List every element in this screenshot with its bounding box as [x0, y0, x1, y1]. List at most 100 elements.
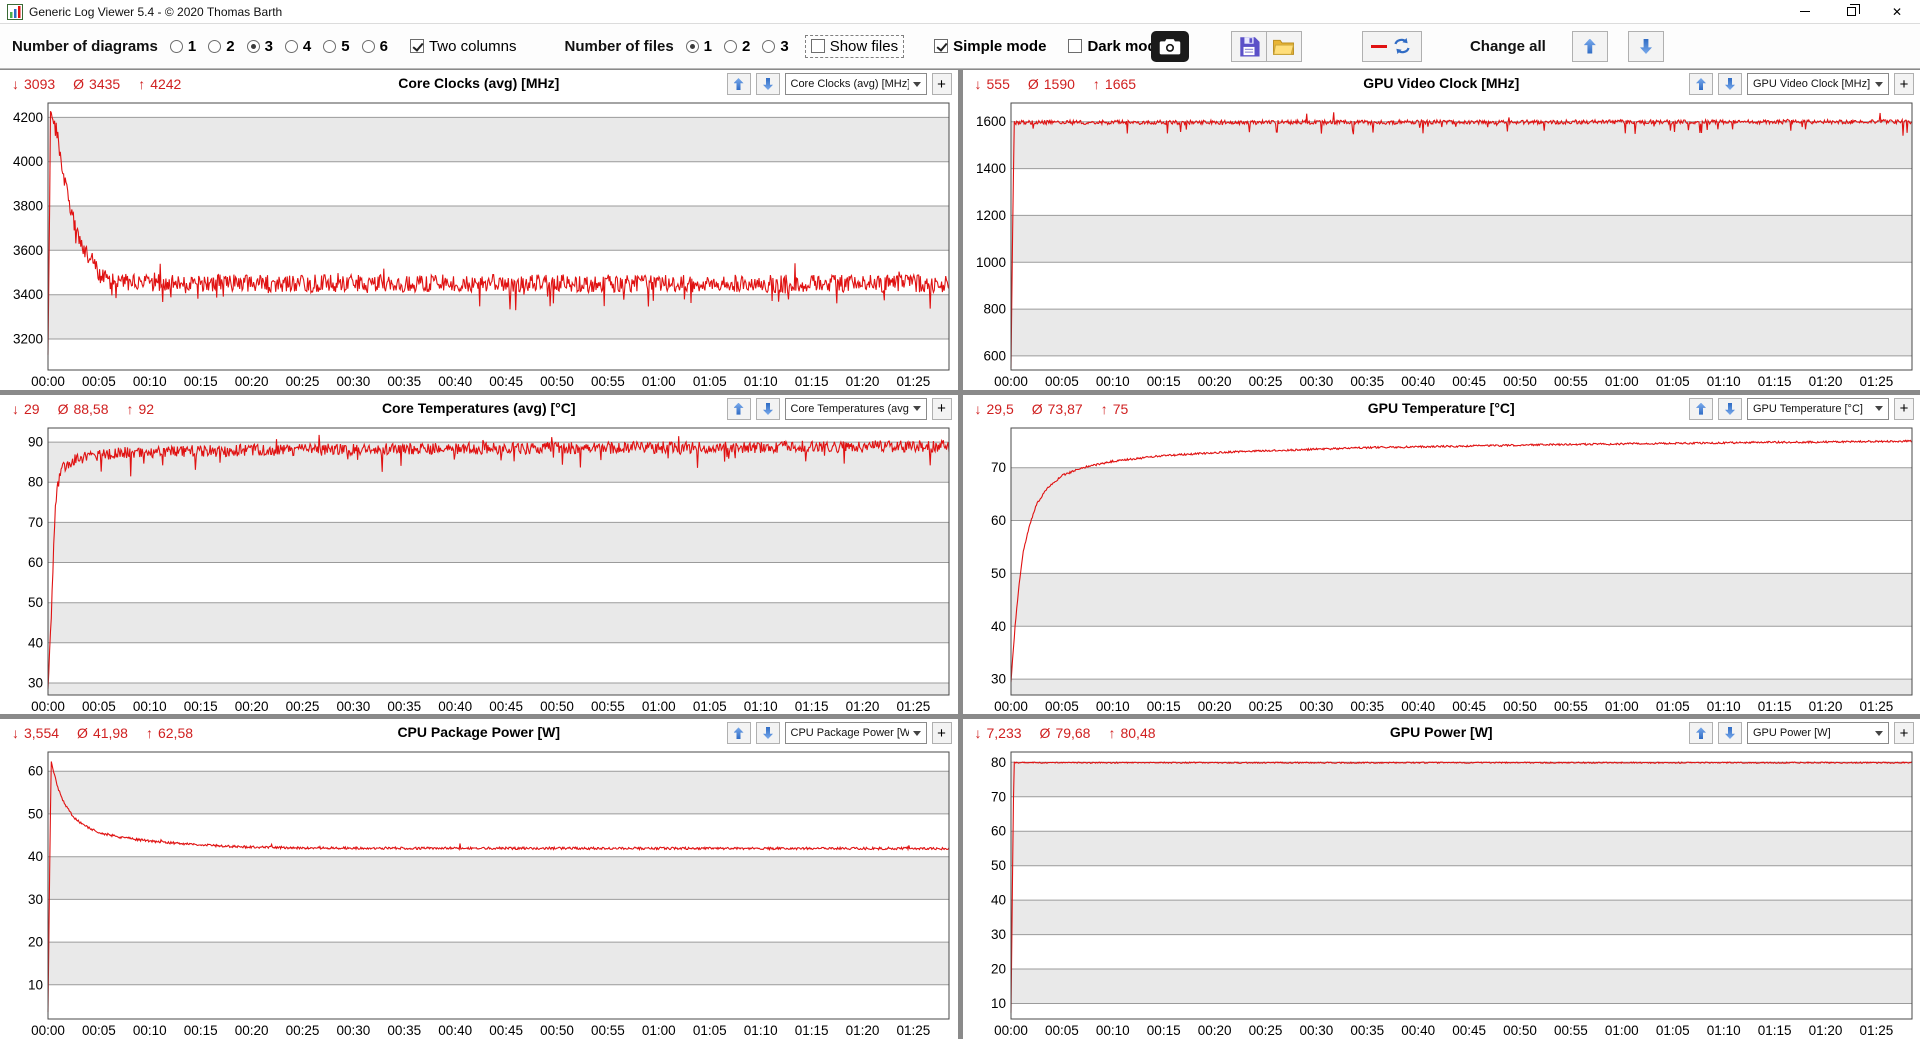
chart-header: ↓ 555 Ø 1590 ↑ 1665 GPU Video Clock [MHz] G… [963, 70, 1920, 98]
svg-text:00:20: 00:20 [235, 1023, 269, 1038]
chart-panel-gpu-video-clock: ↓ 555 Ø 1590 ↑ 1665 GPU Video Clock [MHz] G… [962, 70, 1920, 390]
svg-text:01:25: 01:25 [1859, 1023, 1893, 1038]
svg-text:70: 70 [990, 790, 1005, 805]
svg-text:4000: 4000 [13, 154, 43, 169]
floppy-icon [1240, 37, 1260, 57]
radio-icon [246, 39, 260, 53]
chart-up-button[interactable] [726, 397, 751, 420]
simple-mode-checkbox[interactable]: Simple mode [934, 38, 1046, 55]
chart-controls: Core Clocks (avg) [MHz] + [726, 73, 952, 95]
svg-text:00:30: 00:30 [337, 374, 371, 389]
svg-text:00:45: 00:45 [489, 699, 523, 714]
files-radio-3[interactable]: 3 [762, 38, 789, 55]
change-all-down-button[interactable] [1627, 30, 1664, 62]
svg-text:01:05: 01:05 [693, 1023, 727, 1038]
diagrams-radio-3[interactable]: 3 [246, 38, 273, 55]
svg-text:00:30: 00:30 [1299, 374, 1333, 389]
metric-dropdown[interactable]: Core Clocks (avg) [MHz] [784, 73, 927, 95]
diagrams-radio-2[interactable]: 2 [208, 38, 235, 55]
window-title: Generic Log Viewer 5.4 - © 2020 Thomas B… [29, 4, 283, 19]
add-metric-button[interactable]: + [931, 722, 952, 745]
chart-controls: GPU Video Clock [MHz] + [1689, 73, 1914, 95]
chart-down-button[interactable] [755, 397, 780, 420]
radio-icon [361, 39, 375, 53]
svg-text:00:55: 00:55 [591, 699, 625, 714]
diagrams-radio-4[interactable]: 4 [284, 38, 311, 55]
line-color-icon [1371, 44, 1388, 48]
chart-up-button[interactable] [1689, 73, 1713, 95]
chevron-down-icon [1875, 81, 1883, 87]
svg-text:00:40: 00:40 [438, 699, 472, 714]
chart-header: ↓ 29,5 Ø 73,87 ↑ 75 GPU Temperature [°C] GP… [963, 395, 1920, 423]
diagrams-radio-5[interactable]: 5 [323, 38, 350, 55]
show-files-checkbox[interactable]: Show files [804, 34, 905, 58]
chart-up-button[interactable] [1689, 397, 1713, 420]
add-metric-button[interactable]: + [931, 397, 952, 420]
save-button[interactable] [1230, 30, 1267, 62]
chart-up-button[interactable] [726, 722, 751, 745]
svg-text:00:55: 00:55 [591, 374, 625, 389]
window-controls: ✕ [1782, 0, 1920, 23]
add-metric-button[interactable]: + [931, 73, 952, 95]
chart-up-button[interactable] [726, 73, 751, 95]
metric-dropdown[interactable]: GPU Temperature [°C] [1747, 397, 1889, 420]
down-arrow-icon [1725, 727, 1735, 739]
svg-text:00:25: 00:25 [1248, 1023, 1282, 1038]
metric-dropdown[interactable]: GPU Power [W] [1747, 722, 1889, 745]
diagrams-radio-1[interactable]: 1 [169, 38, 196, 55]
svg-text:00:45: 00:45 [1452, 374, 1486, 389]
svg-text:00:55: 00:55 [591, 1023, 625, 1038]
svg-text:00:05: 00:05 [82, 699, 116, 714]
metric-dropdown[interactable]: GPU Video Clock [MHz] [1747, 73, 1889, 95]
metric-dropdown[interactable]: Core Temperatures (avg) [784, 397, 927, 420]
svg-text:00:50: 00:50 [1503, 1023, 1537, 1038]
down-arrow-icon [763, 727, 773, 739]
chart-panel-cpu-package-power: ↓ 3,554 Ø 41,98 ↑ 62,58 CPU Package Power [… [0, 719, 958, 1039]
svg-text:00:10: 00:10 [1095, 699, 1129, 714]
diagrams-radio-6[interactable]: 6 [361, 38, 388, 55]
chart-down-button[interactable] [1718, 397, 1742, 420]
svg-text:20: 20 [990, 962, 1005, 977]
maximize-button[interactable] [1828, 0, 1874, 23]
radio-icon [284, 39, 298, 53]
svg-text:00:25: 00:25 [1248, 374, 1282, 389]
close-button[interactable]: ✕ [1874, 0, 1920, 23]
svg-text:01:15: 01:15 [1757, 699, 1791, 714]
open-button[interactable] [1265, 30, 1302, 62]
files-radio-1[interactable]: 1 [685, 38, 712, 55]
chart-down-button[interactable] [755, 722, 780, 745]
svg-text:40: 40 [28, 635, 43, 650]
chart-header: ↓ 3,554 Ø 41,98 ↑ 62,58 CPU Package Power [… [0, 719, 958, 747]
svg-text:01:15: 01:15 [795, 374, 829, 389]
chart-controls: GPU Temperature [°C] + [1689, 397, 1914, 420]
screenshot-button[interactable] [1150, 30, 1189, 62]
chevron-down-icon [1875, 730, 1883, 736]
chart-down-button[interactable] [755, 73, 780, 95]
svg-text:00:00: 00:00 [994, 374, 1028, 389]
chart-up-button[interactable] [1689, 722, 1713, 745]
two-columns-checkbox[interactable]: Two columns [409, 38, 516, 55]
chart-svg: 600 800 1000 1200 1400 1600 00:00 00:05 00:10 00:… [975, 102, 1912, 389]
metric-dropdown[interactable]: CPU Package Power [W] [784, 722, 927, 745]
svg-text:01:15: 01:15 [1757, 1023, 1791, 1038]
svg-text:80: 80 [28, 474, 43, 489]
minimize-button[interactable] [1782, 0, 1828, 23]
svg-text:00:30: 00:30 [1299, 699, 1333, 714]
add-metric-button[interactable]: + [1894, 73, 1914, 95]
diagrams-count-label: Number of diagrams [12, 37, 158, 55]
add-metric-button[interactable]: + [1894, 722, 1914, 745]
svg-text:3200: 3200 [13, 332, 43, 347]
files-radio-2[interactable]: 2 [724, 38, 750, 55]
chart-down-button[interactable] [1718, 73, 1742, 95]
down-arrow-icon [763, 78, 773, 90]
svg-text:30: 30 [990, 927, 1005, 942]
chart-down-button[interactable] [1718, 722, 1742, 745]
add-metric-button[interactable]: + [1894, 397, 1914, 420]
down-arrow-icon [1640, 39, 1652, 54]
chevron-down-icon [1875, 406, 1883, 412]
down-arrow-icon [1725, 78, 1735, 90]
line-style-button[interactable] [1361, 30, 1422, 62]
svg-text:01:20: 01:20 [846, 699, 880, 714]
chevron-down-icon [912, 406, 921, 412]
change-all-up-button[interactable] [1571, 30, 1608, 62]
